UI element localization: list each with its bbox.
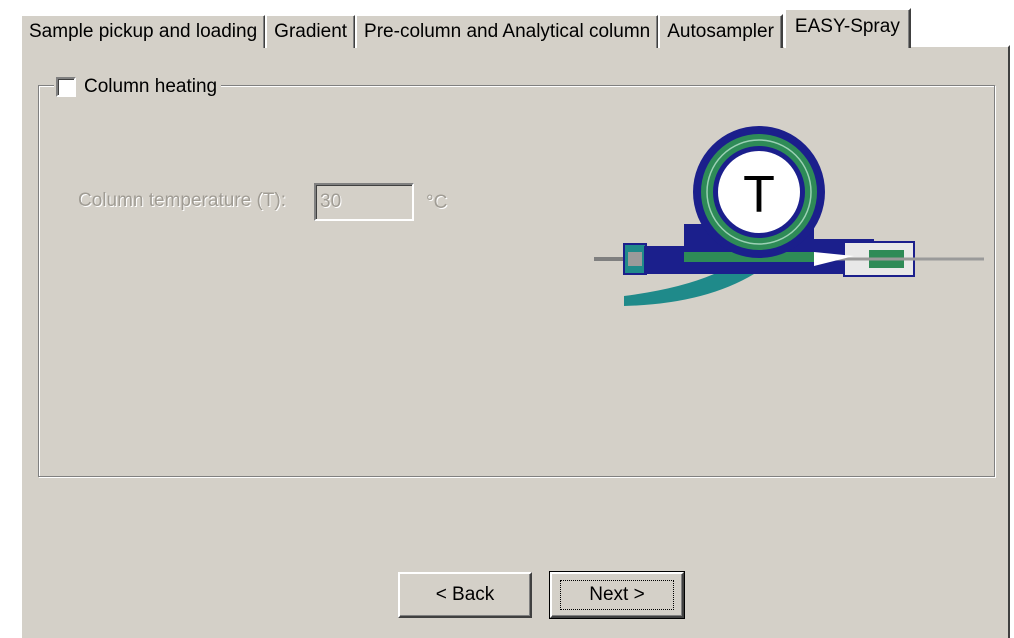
next-button[interactable]: Next >: [549, 571, 685, 619]
back-button[interactable]: < Back: [398, 572, 532, 618]
column-temperature-label: Column temperature (T):: [78, 190, 287, 211]
tab-pre-column[interactable]: Pre-column and Analytical column: [355, 14, 660, 48]
tab-page-easy-spray: Column heating Column temperature (T): 3…: [20, 45, 1010, 638]
easy-spray-column-icon: T: [594, 126, 984, 306]
next-button-label: Next >: [560, 580, 674, 610]
tab-label: Autosampler: [667, 21, 774, 42]
tab-sample-pickup[interactable]: Sample pickup and loading: [20, 14, 267, 48]
tab-autosampler[interactable]: Autosampler: [658, 14, 783, 48]
tab-label: Sample pickup and loading: [29, 21, 258, 42]
tab-label: Gradient: [274, 21, 348, 42]
column-heating-legend[interactable]: Column heating: [54, 75, 222, 99]
column-temperature-input[interactable]: 30: [314, 183, 414, 221]
column-heating-label[interactable]: Column heating: [84, 76, 217, 98]
back-button-label: < Back: [435, 584, 495, 605]
temperature-unit-label: °C: [426, 192, 448, 213]
tab-gradient[interactable]: Gradient: [265, 14, 357, 48]
tab-label: Pre-column and Analytical column: [364, 21, 651, 42]
column-heating-checkbox[interactable]: [56, 77, 76, 97]
tab-easy-spray[interactable]: EASY-Spray: [783, 8, 911, 48]
tab-label: EASY-Spray: [794, 16, 900, 37]
tab-strip: Sample pickup and loading Gradient Pre-c…: [20, 8, 911, 48]
wizard-window: Column heating Column temperature (T): 3…: [0, 0, 1014, 638]
temperature-letter: T: [743, 166, 775, 224]
